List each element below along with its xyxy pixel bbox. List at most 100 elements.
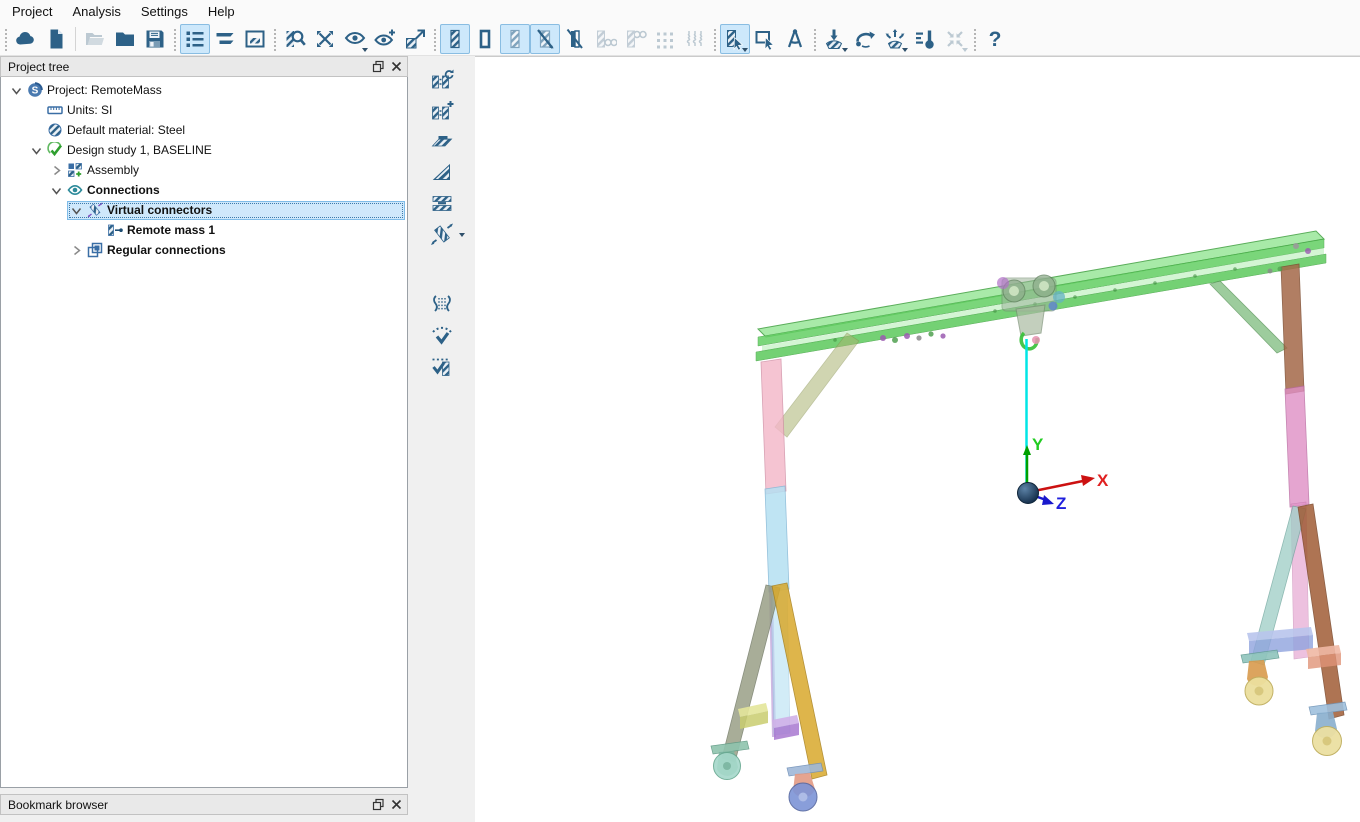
- temperature-icon: [913, 27, 937, 51]
- moment-load-button[interactable]: [850, 24, 880, 54]
- show-crossed-bolts-button[interactable]: [530, 24, 560, 54]
- bolt-solid-icon: [443, 27, 467, 51]
- project-tree-toggle-button[interactable]: [180, 24, 210, 54]
- dropdown-caret-icon: [842, 48, 848, 52]
- toolbar-group-handle[interactable]: [3, 27, 8, 51]
- chevron-down-icon: [10, 84, 23, 97]
- connections-icon: [67, 182, 83, 198]
- show-holes-button[interactable]: [470, 24, 500, 54]
- refresh-connectors-icon: [430, 67, 454, 91]
- show-half-bolts-button[interactable]: [560, 24, 590, 54]
- toolbar-group-handle[interactable]: [172, 27, 177, 51]
- plate-connector-button[interactable]: [424, 127, 460, 155]
- dropdown-caret-icon: [962, 48, 968, 52]
- toolbar-separator: [75, 27, 76, 51]
- grid-display-button: [650, 24, 680, 54]
- section-view-button[interactable]: [400, 24, 430, 54]
- tree-item-default-material[interactable]: Default material: Steel: [1, 120, 407, 140]
- menu-settings[interactable]: Settings: [131, 1, 198, 22]
- refresh-connectors-button[interactable]: [424, 65, 460, 93]
- tree-item-design-study[interactable]: Design study 1, BASELINE: [1, 140, 407, 160]
- close-panel-button[interactable]: [387, 797, 405, 813]
- bookmark-browser-title: Bookmark browser: [8, 798, 369, 812]
- toolbar-group-handle[interactable]: [272, 27, 277, 51]
- clash-check-button[interactable]: [310, 24, 340, 54]
- close-panel-button[interactable]: [387, 59, 405, 75]
- open-file-button: [80, 24, 110, 54]
- add-connectors-icon: [430, 98, 454, 122]
- dropdown-caret-icon: [459, 233, 465, 237]
- show-bolts-button[interactable]: [440, 24, 470, 54]
- comments-button[interactable]: [210, 24, 240, 54]
- menu-project[interactable]: Project: [2, 1, 62, 22]
- moment-load-icon: [853, 27, 877, 51]
- tree-expander[interactable]: [30, 144, 43, 157]
- weld-connector-button[interactable]: [424, 158, 460, 186]
- remote-mass-sphere[interactable]: [1018, 483, 1039, 504]
- tree-item-remote-mass-1[interactable]: Remote mass 1: [1, 220, 407, 240]
- tree-expander[interactable]: [70, 204, 83, 217]
- find-bolt-button[interactable]: [280, 24, 310, 54]
- tree-expander[interactable]: [50, 164, 63, 177]
- viewport-3d[interactable]: Y X Z: [475, 56, 1360, 822]
- comments-icon: [213, 27, 237, 51]
- show-shank-button[interactable]: [500, 24, 530, 54]
- connector-toolbar: [408, 56, 475, 822]
- spring-connector-icon: [430, 292, 454, 316]
- check-connections-button[interactable]: [424, 321, 460, 349]
- force-load-button[interactable]: [820, 24, 850, 54]
- masked-bolts-button: [590, 24, 620, 54]
- help-button[interactable]: ?: [980, 24, 1010, 54]
- save-button[interactable]: [140, 24, 170, 54]
- float-icon: [372, 60, 385, 73]
- select-bolt-button[interactable]: [720, 24, 750, 54]
- float-panel-button[interactable]: [369, 59, 387, 75]
- chevron-right-icon: [70, 244, 83, 257]
- svg-text:S: S: [32, 86, 39, 97]
- dot-grid-icon: [653, 27, 677, 51]
- tree-item-units[interactable]: Units: SI: [1, 100, 407, 120]
- float-panel-button[interactable]: [369, 797, 387, 813]
- tree-item-project[interactable]: SProject: RemoteMass: [1, 80, 407, 100]
- temperature-load-button[interactable]: [910, 24, 940, 54]
- new-file-button[interactable]: [41, 24, 71, 54]
- tree-expander[interactable]: [50, 184, 63, 197]
- toolbar-group-handle[interactable]: [712, 27, 717, 51]
- add-connectors-button[interactable]: [424, 96, 460, 124]
- tree-item-virtual-connectors[interactable]: Virtual connectors: [1, 200, 407, 220]
- spring-connector-button[interactable]: [424, 290, 460, 318]
- drawing-view-button[interactable]: [240, 24, 270, 54]
- tree-expander: [90, 224, 103, 237]
- menu-analysis[interactable]: Analysis: [62, 1, 130, 22]
- dropdown-caret-icon: [362, 48, 368, 52]
- toolbar-group-handle[interactable]: [812, 27, 817, 51]
- tree-item-label: Virtual connectors: [107, 203, 212, 217]
- virtual-connector-button[interactable]: [424, 220, 460, 248]
- check-bolts-button[interactable]: [424, 352, 460, 380]
- axis-label-x: X: [1097, 471, 1109, 490]
- tree-item-connections[interactable]: Connections: [1, 180, 407, 200]
- cloud-connect-button[interactable]: [11, 24, 41, 54]
- tree-expander[interactable]: [10, 84, 23, 97]
- main-toolbar: ?: [0, 22, 1360, 56]
- virtual-icon: [87, 202, 103, 218]
- toolbar-group-handle[interactable]: [432, 27, 437, 51]
- measure-icon: [783, 27, 807, 51]
- visibility-button[interactable]: [340, 24, 370, 54]
- displacement-load-button[interactable]: [880, 24, 910, 54]
- gap-connector-button[interactable]: [424, 189, 460, 217]
- add-visibility-button[interactable]: [370, 24, 400, 54]
- project-icon: S: [27, 82, 43, 98]
- bolt-masked-icon: [593, 27, 617, 51]
- svg-text:?: ?: [989, 28, 1002, 51]
- measure-button[interactable]: [780, 24, 810, 54]
- select-face-button[interactable]: [750, 24, 780, 54]
- browse-folder-button[interactable]: [110, 24, 140, 54]
- viewport-canvas[interactable]: Y X Z: [475, 57, 1360, 822]
- masked-shank-button: [620, 24, 650, 54]
- tree-item-assembly[interactable]: Assembly: [1, 160, 407, 180]
- tree-expander[interactable]: [70, 244, 83, 257]
- menu-help[interactable]: Help: [198, 1, 245, 22]
- tree-item-regular-connections[interactable]: Regular connections: [1, 240, 407, 260]
- toolbar-group-handle[interactable]: [972, 27, 977, 51]
